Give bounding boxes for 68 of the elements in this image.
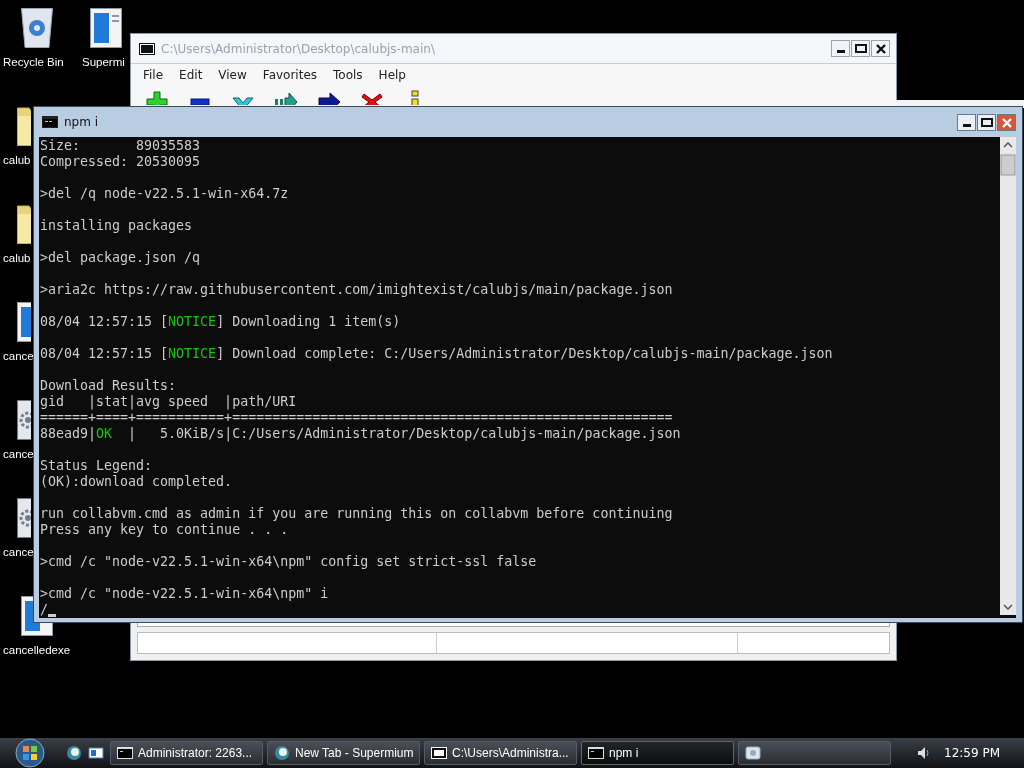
- icon-label[interactable]: Recycle Bin: [3, 56, 64, 68]
- console-icon: [42, 116, 58, 128]
- console-icon: [588, 745, 604, 761]
- menu-item[interactable]: Favorites: [254, 66, 326, 84]
- menu-item[interactable]: Help: [370, 66, 414, 84]
- console-line: 88ead9|OK | 5.0KiB/s|C:/Users/Administrator/Desktop/calubjs-main/package.json: [40, 426, 681, 442]
- console-line: Compressed: 20530095: [40, 154, 201, 170]
- window-icon: [745, 745, 761, 761]
- clock[interactable]: 12:59 PM: [944, 746, 1000, 760]
- archive-app-icon: [139, 42, 155, 55]
- window-title: npm i: [64, 115, 99, 129]
- icon-label[interactable]: Supermi: [82, 56, 125, 68]
- icon-label[interactable]: cance: [3, 350, 34, 362]
- console-line: installing packages: [40, 218, 193, 234]
- console-line: >cmd /c "node-v22.5.1-win-x64\npm" config set strict-ssl false: [40, 554, 537, 570]
- recycle-bin-icon: [21, 8, 53, 48]
- console-line: Status Legend:: [40, 458, 153, 474]
- button-label: C:\Users\Administra...: [452, 746, 569, 760]
- console-line: /: [40, 602, 56, 618]
- console-line: gid |stat|avg speed |path/URI: [40, 394, 297, 410]
- console-line: (OK):download completed.: [40, 474, 233, 490]
- button-label: Administrator: 2263...: [138, 746, 253, 760]
- gear-document-icon: [17, 498, 31, 538]
- console-line: >cmd /c "node-v22.5.1-win-x64\npm" i: [40, 586, 329, 602]
- menu-item[interactable]: File: [135, 66, 172, 84]
- browser-icon[interactable]: [66, 745, 82, 761]
- console-line: >del package.json /q: [40, 250, 201, 266]
- minimize-button[interactable]: [957, 113, 976, 131]
- volume-icon[interactable]: [916, 745, 932, 761]
- archive-app-icon: [431, 745, 447, 761]
- window-title: C:\Users\Administrator\Desktop\calubjs-main\: [161, 41, 435, 56]
- console-line: Size: 89035583: [40, 138, 201, 154]
- console-icon: [117, 745, 133, 761]
- console-line: 08/04 12:57:15 [NOTICE] Download complete: C:/Users/Administrator/Desktop/calubjs-main/package.json: [40, 346, 833, 362]
- taskbar-button[interactable]: [738, 741, 891, 765]
- arrow-icon[interactable]: [317, 90, 341, 105]
- folder-icon: [17, 204, 31, 244]
- icon-label[interactable]: cancelledexe: [3, 644, 71, 656]
- icon-label[interactable]: calub: [3, 252, 31, 264]
- add-icon[interactable]: [145, 90, 169, 105]
- maximize-button[interactable]: [977, 113, 996, 131]
- console-line: ======+====+===========+=======================================================: [40, 410, 673, 426]
- browser-icon: [274, 745, 290, 761]
- folder-icon: [17, 106, 31, 146]
- gear-document-icon: [17, 400, 31, 440]
- button-label: npm i: [609, 746, 639, 760]
- icon-label[interactable]: cance: [3, 546, 34, 558]
- menu-item[interactable]: Edit: [171, 66, 211, 84]
- console-line: 08/04 12:57:15 [NOTICE] Downloading 1 item(s): [40, 314, 401, 330]
- window-icon[interactable]: [88, 745, 104, 761]
- icon-label[interactable]: cance: [3, 448, 34, 460]
- menu-item[interactable]: Tools: [325, 66, 371, 84]
- taskbar-button[interactable]: New Tab - Supermium: [267, 741, 420, 765]
- taskbar-button[interactable]: C:\Users\Administra...: [424, 741, 577, 765]
- taskbar-button[interactable]: Administrator: 2263...: [110, 741, 263, 765]
- console-line: Press any key to continue . . .: [40, 522, 289, 538]
- document-icon: [17, 302, 31, 342]
- document-icon: [90, 8, 122, 48]
- taskbar-button[interactable]: npm i: [581, 741, 734, 765]
- icon-label[interactable]: calub: [3, 154, 31, 166]
- copy-arrow-icon[interactable]: [274, 90, 298, 105]
- console-line: Download Results:: [40, 378, 177, 394]
- console-line: run collabvm.cmd as admin if you are running this on collabvm before continuing: [40, 506, 673, 522]
- start-button[interactable]: [12, 738, 48, 768]
- console-line: >del /q node-v22.5.1-win-x64.7z: [40, 186, 289, 202]
- menu-item[interactable]: View: [210, 66, 255, 84]
- console-line: >aria2c https://raw.githubusercontent.com/imightexist/calubjs/main/package.json: [40, 282, 673, 298]
- button-label: New Tab - Supermium: [295, 746, 414, 760]
